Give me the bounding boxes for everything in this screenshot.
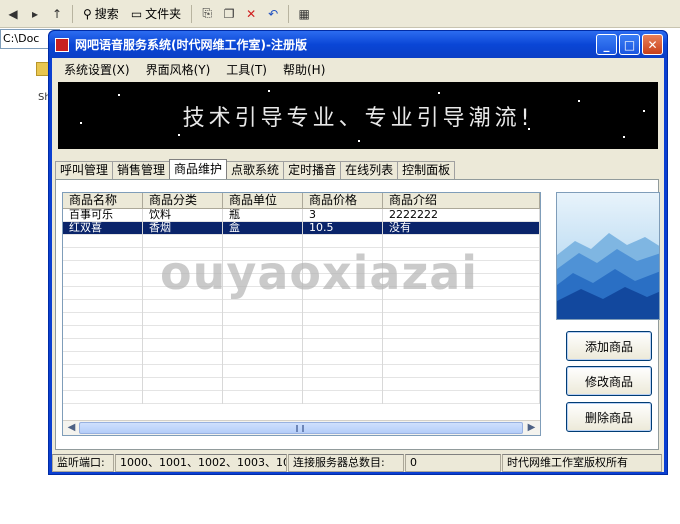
banner-star bbox=[118, 94, 120, 96]
folders-label: 文件夹 bbox=[145, 7, 182, 21]
table-cell: 百事可乐 bbox=[63, 209, 143, 222]
column-header-description[interactable]: 商品介绍 bbox=[383, 193, 540, 209]
table-row-selected[interactable]: 红双喜 香烟 盒 10.5 没有 bbox=[63, 222, 540, 235]
empty-row bbox=[63, 300, 540, 313]
column-header-category[interactable]: 商品分类 bbox=[143, 193, 223, 209]
tab-online-list[interactable]: 在线列表 bbox=[340, 161, 399, 179]
maximize-button[interactable]: □ bbox=[619, 34, 640, 55]
menu-bar: 系统设置(X) 界面风格(Y) 工具(T) 帮助(H) bbox=[52, 58, 664, 80]
empty-row bbox=[63, 378, 540, 391]
status-server-count-value: 0 bbox=[405, 454, 501, 472]
app-icon bbox=[55, 37, 69, 52]
tab-strip: 呼叫管理 销售管理 商品维护 点歌系统 定时播音 在线列表 控制面板 bbox=[55, 159, 456, 180]
title-bar[interactable]: 网吧语音服务系统(时代网维工作室)-注册版 _ □ ✕ bbox=[49, 31, 667, 58]
menu-help[interactable]: 帮助(H) bbox=[275, 61, 333, 78]
status-server-count-label: 连接服务器总数目: bbox=[288, 454, 404, 472]
banner-star bbox=[438, 92, 440, 94]
scroll-left-icon[interactable]: ◀ bbox=[64, 421, 79, 435]
delete-product-button[interactable]: 删除商品 bbox=[566, 402, 652, 432]
folders-button[interactable]: ▭ 文件夹 bbox=[127, 3, 185, 25]
window-title: 网吧语音服务系统(时代网维工作室)-注册版 bbox=[75, 38, 307, 52]
column-header-unit[interactable]: 商品单位 bbox=[223, 193, 303, 209]
tab-control-panel[interactable]: 控制面板 bbox=[397, 161, 456, 179]
window-controls: _ □ ✕ bbox=[596, 34, 663, 55]
table-header: 商品名称 商品分类 商品单位 商品价格 商品介绍 bbox=[63, 193, 540, 209]
edit-product-button[interactable]: 修改商品 bbox=[566, 366, 652, 396]
banner-star bbox=[268, 90, 270, 92]
table-cell: 没有 bbox=[383, 222, 540, 235]
menu-tools[interactable]: 工具(T) bbox=[218, 61, 275, 78]
toolbar-separator bbox=[288, 4, 290, 23]
folder-icon: ▭ bbox=[130, 6, 143, 21]
client-area: 系统设置(X) 界面风格(Y) 工具(T) 帮助(H) 技术引导专业、专业引导潮… bbox=[52, 58, 664, 472]
column-header-price[interactable]: 商品价格 bbox=[303, 193, 383, 209]
toolbar-separator bbox=[191, 4, 193, 23]
tab-song-request[interactable]: 点歌系统 bbox=[226, 161, 285, 179]
explorer-toolbar: ◀ ▸ ↑ ⚲ 搜索 ▭ 文件夹 ⎘ ❐ ✕ ↶ ▦ bbox=[0, 0, 680, 28]
add-product-button[interactable]: 添加商品 bbox=[566, 331, 652, 361]
tab-call-management[interactable]: 呼叫管理 bbox=[55, 161, 114, 179]
table-cell: 饮料 bbox=[143, 209, 223, 222]
close-button[interactable]: ✕ bbox=[642, 34, 663, 55]
scroll-right-icon[interactable]: ▶ bbox=[524, 421, 539, 435]
table-row[interactable]: 百事可乐 饮料 瓶 3 2222222 bbox=[63, 209, 540, 222]
banner-slogan: 技术引导专业、专业引导潮流! bbox=[182, 106, 534, 131]
banner: 技术引导专业、专业引导潮流! bbox=[58, 82, 658, 149]
status-copyright: 时代网维工作室版权所有 bbox=[502, 454, 662, 472]
table-cell: 2222222 bbox=[383, 209, 540, 222]
table-cell: 10.5 bbox=[303, 222, 383, 235]
delete-x-icon[interactable]: ✕ bbox=[242, 5, 260, 23]
scroll-thumb[interactable] bbox=[79, 422, 523, 434]
table-cell: 红双喜 bbox=[63, 222, 143, 235]
search-icon: ⚲ bbox=[83, 6, 92, 21]
empty-row bbox=[63, 248, 540, 261]
mountain-image bbox=[556, 192, 660, 320]
up-folder-icon[interactable]: ↑ bbox=[48, 5, 66, 23]
tab-sales-management[interactable]: 销售管理 bbox=[112, 161, 171, 179]
move-icon[interactable]: ⎘ bbox=[198, 5, 216, 23]
banner-star bbox=[623, 136, 625, 138]
search-label: 搜索 bbox=[94, 7, 119, 21]
tab-scheduled-broadcast[interactable]: 定时播音 bbox=[283, 161, 342, 179]
product-tab-panel: 商品名称 商品分类 商品单位 商品价格 商品介绍 百事可乐 饮料 瓶 3 222… bbox=[55, 179, 660, 450]
tab-product-maintenance[interactable]: 商品维护 bbox=[169, 159, 228, 179]
back-icon[interactable]: ◀ bbox=[4, 5, 22, 23]
table-cell: 3 bbox=[303, 209, 383, 222]
status-bar: 监听端口: 1000、1001、1002、1003、1004 连接服务器总数目:… bbox=[52, 454, 664, 472]
table-cell: 盒 bbox=[223, 222, 303, 235]
empty-row bbox=[63, 339, 540, 352]
empty-row bbox=[63, 261, 540, 274]
table-cell: 香烟 bbox=[143, 222, 223, 235]
product-table: 商品名称 商品分类 商品单位 商品价格 商品介绍 百事可乐 饮料 瓶 3 222… bbox=[62, 192, 541, 436]
banner-star bbox=[358, 140, 360, 142]
status-port-label: 监听端口: bbox=[52, 454, 114, 472]
copy-icon[interactable]: ❐ bbox=[220, 5, 238, 23]
empty-row bbox=[63, 287, 540, 300]
toolbar-separator bbox=[72, 4, 73, 23]
grip-icon bbox=[296, 425, 304, 432]
undo-icon[interactable]: ↶ bbox=[264, 5, 282, 23]
empty-row bbox=[63, 326, 540, 339]
horizontal-scrollbar[interactable]: ◀ ▶ bbox=[63, 420, 540, 435]
views-icon[interactable]: ▦ bbox=[295, 5, 313, 23]
status-port-value: 1000、1001、1002、1003、1004 bbox=[115, 454, 287, 472]
app-window: 网吧语音服务系统(时代网维工作室)-注册版 _ □ ✕ 系统设置(X) 界面风格… bbox=[48, 30, 668, 475]
column-header-name[interactable]: 商品名称 bbox=[63, 193, 143, 209]
empty-row bbox=[63, 235, 540, 248]
empty-row bbox=[63, 313, 540, 326]
empty-row bbox=[63, 365, 540, 378]
table-cell: 瓶 bbox=[223, 209, 303, 222]
search-button[interactable]: ⚲ 搜索 bbox=[79, 3, 123, 25]
minimize-button[interactable]: _ bbox=[596, 34, 617, 55]
forward-icon[interactable]: ▸ bbox=[26, 5, 44, 23]
menu-system-settings[interactable]: 系统设置(X) bbox=[56, 61, 138, 78]
empty-row bbox=[63, 391, 540, 404]
empty-row bbox=[63, 274, 540, 287]
banner-star bbox=[178, 134, 180, 136]
mountain-svg bbox=[557, 193, 659, 319]
menu-interface-style[interactable]: 界面风格(Y) bbox=[138, 61, 219, 78]
empty-row bbox=[63, 352, 540, 365]
